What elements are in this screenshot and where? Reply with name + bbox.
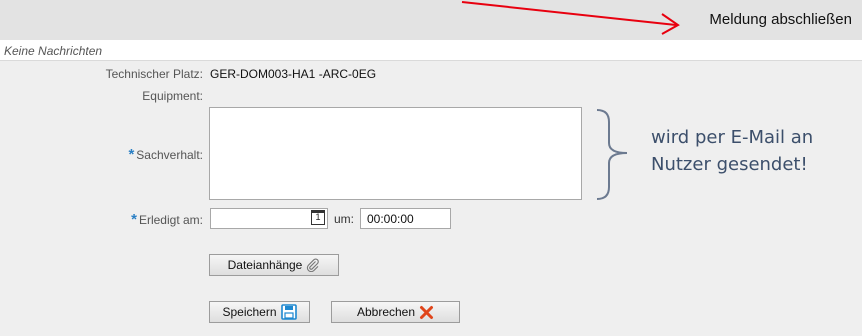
annotation-line-1: wird per E-Mail an bbox=[651, 127, 814, 148]
annotation-note: wird per E-Mail an Nutzer gesendet! bbox=[651, 124, 861, 178]
annotation-line-2: Nutzer gesendet! bbox=[651, 154, 808, 175]
